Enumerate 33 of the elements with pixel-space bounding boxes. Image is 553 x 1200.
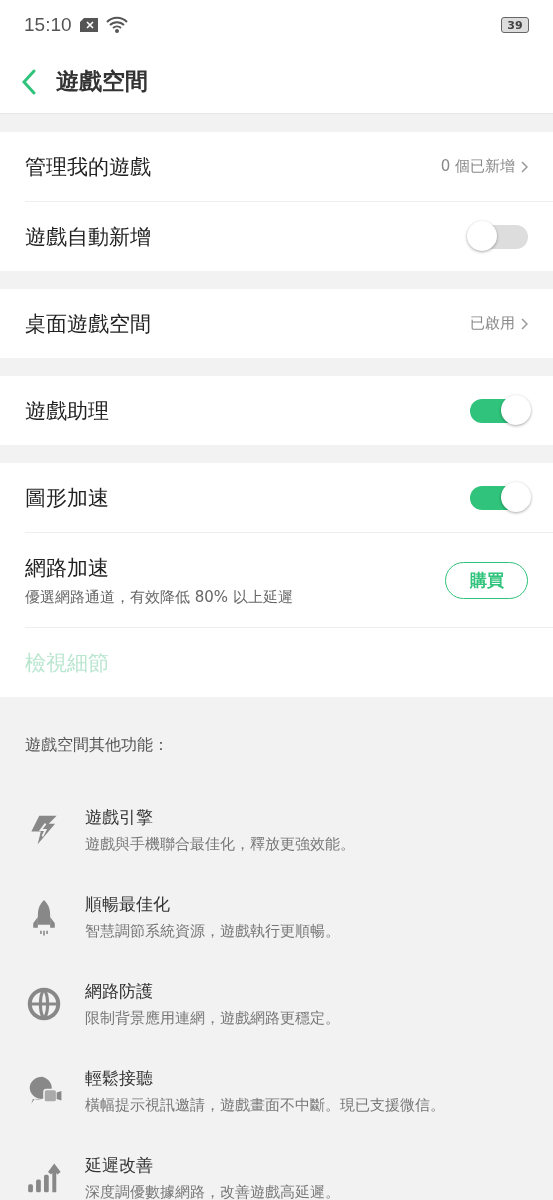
back-icon[interactable]	[22, 68, 36, 95]
setting-description: 優選網路通道，有效降低 80% 以上延遲	[25, 587, 293, 607]
battery-indicator: 39	[501, 17, 529, 33]
setting-label: 桌面遊戲空間	[25, 310, 151, 338]
page-title: 遊戲空間	[56, 67, 148, 96]
setting-label: 圖形加速	[25, 484, 109, 512]
feature-title: 遊戲引擎	[85, 805, 154, 829]
setting-label: 遊戲助理	[25, 397, 109, 425]
feature-description: 智慧調節系統資源，遊戲執行更順暢。	[85, 921, 340, 941]
chevron-icon	[521, 317, 528, 330]
toggle-switch[interactable]	[470, 398, 528, 423]
section-heading: 遊戲空間其他功能：	[25, 735, 170, 756]
wifi-icon	[105, 16, 128, 34]
chevron-icon	[521, 160, 528, 173]
feature-title: 輕鬆接聽	[85, 1066, 154, 1090]
toggle-switch[interactable]	[470, 485, 528, 510]
feature-description: 橫幅提示視訊邀請，遊戲畫面不中斷。現已支援微信。	[85, 1095, 445, 1115]
setting-value: 已啟用	[470, 314, 515, 333]
status-time: 15:10	[24, 14, 72, 36]
sim-error-icon	[79, 18, 98, 32]
setting-value: 0 個已新增	[440, 157, 515, 176]
feature-title: 順暢最佳化	[85, 892, 171, 916]
toggle-switch[interactable]	[470, 224, 528, 249]
feature-title: 網路防護	[85, 979, 154, 1003]
setting-label: 遊戲自動新增	[25, 223, 151, 251]
setting-label: 管理我的遊戲	[25, 153, 151, 181]
buy-button[interactable]: 購買	[445, 561, 528, 599]
feature-description: 遊戲與手機聯合最佳化，釋放更強效能。	[85, 834, 355, 854]
setting-label: 網路加速	[25, 554, 110, 582]
feature-description: 深度調優數據網路，改善遊戲高延遲。	[85, 1182, 340, 1200]
feature-title: 延遲改善	[85, 1153, 154, 1177]
details-link: 檢視細節	[25, 649, 109, 677]
feature-description: 限制背景應用連網，遊戲網路更穩定。	[85, 1008, 340, 1028]
